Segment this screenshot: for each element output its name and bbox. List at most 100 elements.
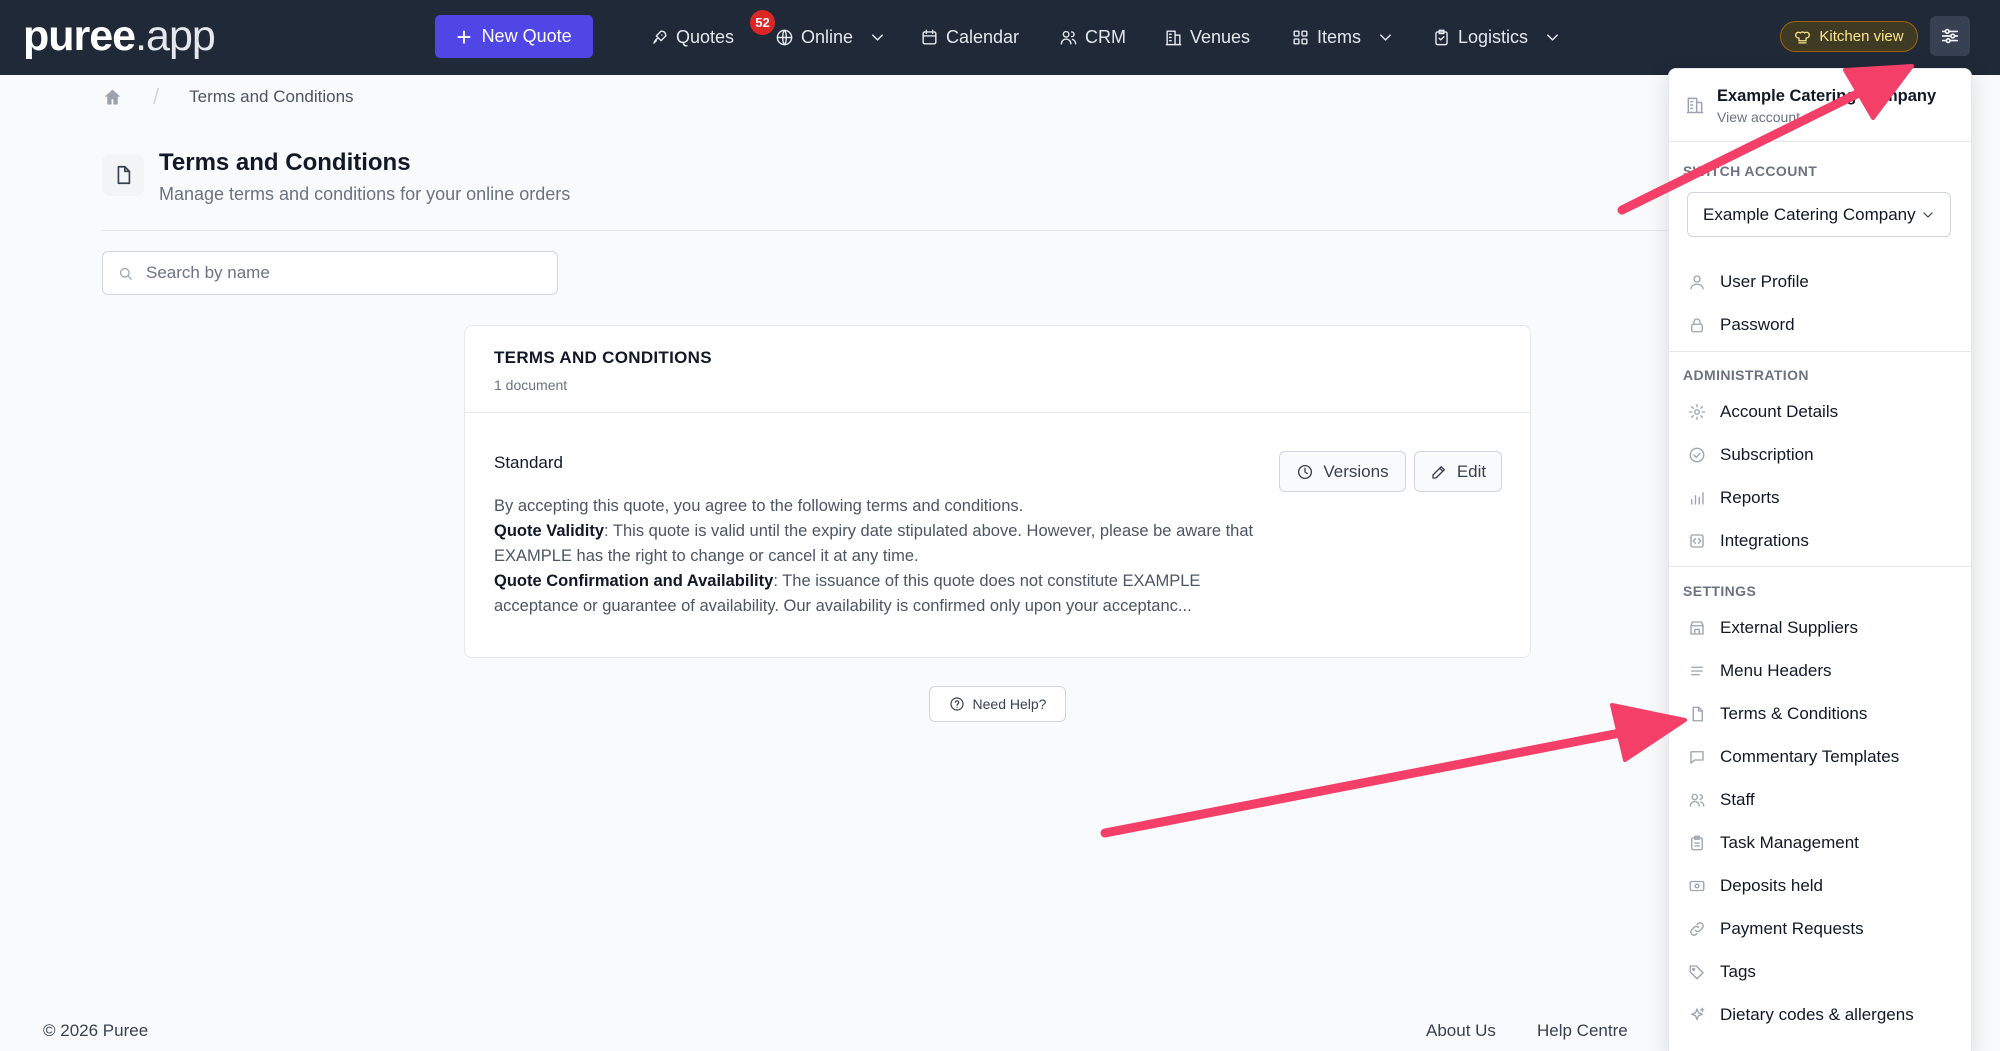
menu-item-label: Commentary Templates xyxy=(1720,747,1900,766)
footer-copyright: © 2026 Puree xyxy=(43,1021,149,1040)
switch-account-value: Example Catering Company xyxy=(1703,204,1916,224)
logo-suffix-text: .app xyxy=(135,12,216,60)
switch-account-select[interactable]: Example Catering Company xyxy=(1687,192,1951,237)
top-navigation-bar: puree.app + New Quote Quotes 52 Online C… xyxy=(0,0,2000,75)
chevron-down-icon xyxy=(1547,34,1558,41)
nav-calendar-label: Calendar xyxy=(946,27,1020,47)
menu-item-dietary-codes[interactable]: Dietary codes & allergens xyxy=(1669,995,1971,1035)
calendar-icon xyxy=(922,29,937,45)
kitchen-view-label: Kitchen view xyxy=(1819,28,1904,45)
menu-item-menu-headers[interactable]: Menu Headers xyxy=(1669,651,1971,691)
menu-item-user-profile[interactable]: User Profile xyxy=(1669,262,1971,302)
menu-item-staff[interactable]: Staff xyxy=(1669,780,1971,820)
edit-icon xyxy=(1432,465,1445,479)
building-icon xyxy=(1165,30,1182,46)
nav-calendar[interactable]: Calendar xyxy=(920,0,1019,75)
footer-help-centre-link[interactable]: Help Centre xyxy=(1537,1021,1628,1041)
document-name: Standard xyxy=(494,453,563,472)
preview-heading-availability: Quote Confirmation and Availability xyxy=(494,572,774,590)
menu-item-label: Tags xyxy=(1720,962,1756,981)
kitchen-view-button[interactable]: Kitchen view xyxy=(1780,21,1918,52)
user-icon xyxy=(1690,275,1704,290)
store-icon xyxy=(1690,621,1704,635)
nav-quotes-label: Quotes xyxy=(676,27,735,47)
menu-item-integrations[interactable]: Integrations xyxy=(1669,521,1971,561)
gear-icon xyxy=(1688,403,1706,421)
settings-dropdown-menu: Example Catering Company View account SW… xyxy=(1668,68,1972,1051)
menu-item-label: External Suppliers xyxy=(1720,618,1858,637)
menu-item-tags[interactable]: Tags xyxy=(1669,952,1971,992)
puree-logo[interactable]: puree.app xyxy=(23,10,216,62)
account-summary[interactable]: Example Catering Company View account xyxy=(1669,69,1971,142)
globe-icon xyxy=(776,29,793,46)
versions-button[interactable]: Versions xyxy=(1279,451,1406,492)
settings-heading: SETTINGS xyxy=(1683,583,1757,599)
clipboard-icon xyxy=(1435,29,1448,46)
nav-online-label: Online xyxy=(801,27,854,47)
menu-item-external-suppliers[interactable]: External Suppliers xyxy=(1669,608,1971,648)
administration-heading: ADMINISTRATION xyxy=(1683,367,1809,383)
menu-item-label: Terms & Conditions xyxy=(1720,704,1868,723)
account-name: Example Catering Company xyxy=(1717,87,1937,105)
menu-item-reports[interactable]: Reports xyxy=(1669,478,1971,518)
cash-icon xyxy=(1689,880,1705,892)
menu-item-account-details[interactable]: Account Details xyxy=(1669,392,1971,432)
search-box[interactable] xyxy=(102,251,558,295)
logo-main-text: puree xyxy=(23,12,136,60)
menu-item-payment-requests[interactable]: Payment Requests xyxy=(1669,909,1971,949)
grid-icon xyxy=(1293,30,1308,45)
code-icon xyxy=(1690,534,1704,548)
menu-item-label: Menu Headers xyxy=(1720,661,1832,680)
document-count: 1 document xyxy=(494,377,568,393)
breadcrumb-current: Terms and Conditions xyxy=(189,87,354,106)
menu-item-task-management[interactable]: Task Management xyxy=(1669,823,1971,863)
arrow-to-terms-menu-item xyxy=(1100,728,1625,838)
menu-item-label: Integrations xyxy=(1720,531,1809,550)
nav-items[interactable]: Items xyxy=(1291,0,1395,75)
card-header: TERMS AND CONDITIONS 1 document xyxy=(465,326,1530,413)
search-input[interactable] xyxy=(146,263,526,283)
chat-icon xyxy=(1690,751,1704,764)
page-subtitle: Manage terms and conditions for your onl… xyxy=(159,184,571,204)
building-icon xyxy=(1686,97,1704,114)
users-icon xyxy=(1689,793,1705,807)
menu-item-label: Deposits held xyxy=(1720,876,1824,895)
nav-quotes[interactable]: Quotes xyxy=(650,0,734,75)
menu-item-label: Payment Requests xyxy=(1720,919,1864,938)
menu-item-label: Task Management xyxy=(1720,833,1859,852)
chevron-down-icon xyxy=(872,34,883,41)
clipboard-icon xyxy=(1691,835,1703,851)
preview-heading-validity: Quote Validity xyxy=(494,522,605,540)
menu-item-commentary-templates[interactable]: Commentary Templates xyxy=(1669,737,1971,777)
need-help-label: Need Help? xyxy=(972,696,1047,712)
footer-about-link[interactable]: About Us xyxy=(1426,1021,1496,1041)
menu-item-label: Reports xyxy=(1720,488,1780,507)
nav-venues[interactable]: Venues xyxy=(1164,0,1250,75)
menu-item-terms-conditions[interactable]: Terms & Conditions xyxy=(1669,694,1971,734)
settings-menu-button[interactable] xyxy=(1930,16,1970,56)
home-icon[interactable] xyxy=(102,87,123,108)
breadcrumb: / Terms and Conditions xyxy=(102,84,354,110)
menu-divider xyxy=(1669,566,1971,567)
new-quote-button[interactable]: + New Quote xyxy=(435,15,593,58)
quotes-count-badge: 52 xyxy=(750,10,775,35)
breadcrumb-separator: / xyxy=(153,84,160,109)
chef-hat-icon xyxy=(1795,31,1811,44)
preview-text-validity: : This quote is valid until the expiry d… xyxy=(494,522,1254,565)
sparkle-icon xyxy=(1691,1007,1705,1021)
edit-button[interactable]: Edit xyxy=(1414,451,1502,492)
tag-icon xyxy=(1689,965,1704,980)
view-account-link[interactable]: View account xyxy=(1717,109,1800,125)
lock-icon xyxy=(1691,318,1703,333)
document-icon xyxy=(117,165,131,185)
menu-item-deposits-held[interactable]: Deposits held xyxy=(1669,866,1971,906)
nav-online[interactable]: Online xyxy=(775,0,887,75)
nav-crm[interactable]: CRM xyxy=(1059,0,1126,75)
versions-label: Versions xyxy=(1323,461,1389,481)
chevron-down-icon xyxy=(1380,34,1391,41)
menu-item-subscription[interactable]: Subscription xyxy=(1669,435,1971,475)
need-help-button[interactable]: Need Help? xyxy=(929,686,1066,722)
menu-item-label: Subscription xyxy=(1720,445,1814,464)
nav-logistics[interactable]: Logistics xyxy=(1432,0,1562,75)
menu-item-password[interactable]: Password xyxy=(1669,305,1971,345)
